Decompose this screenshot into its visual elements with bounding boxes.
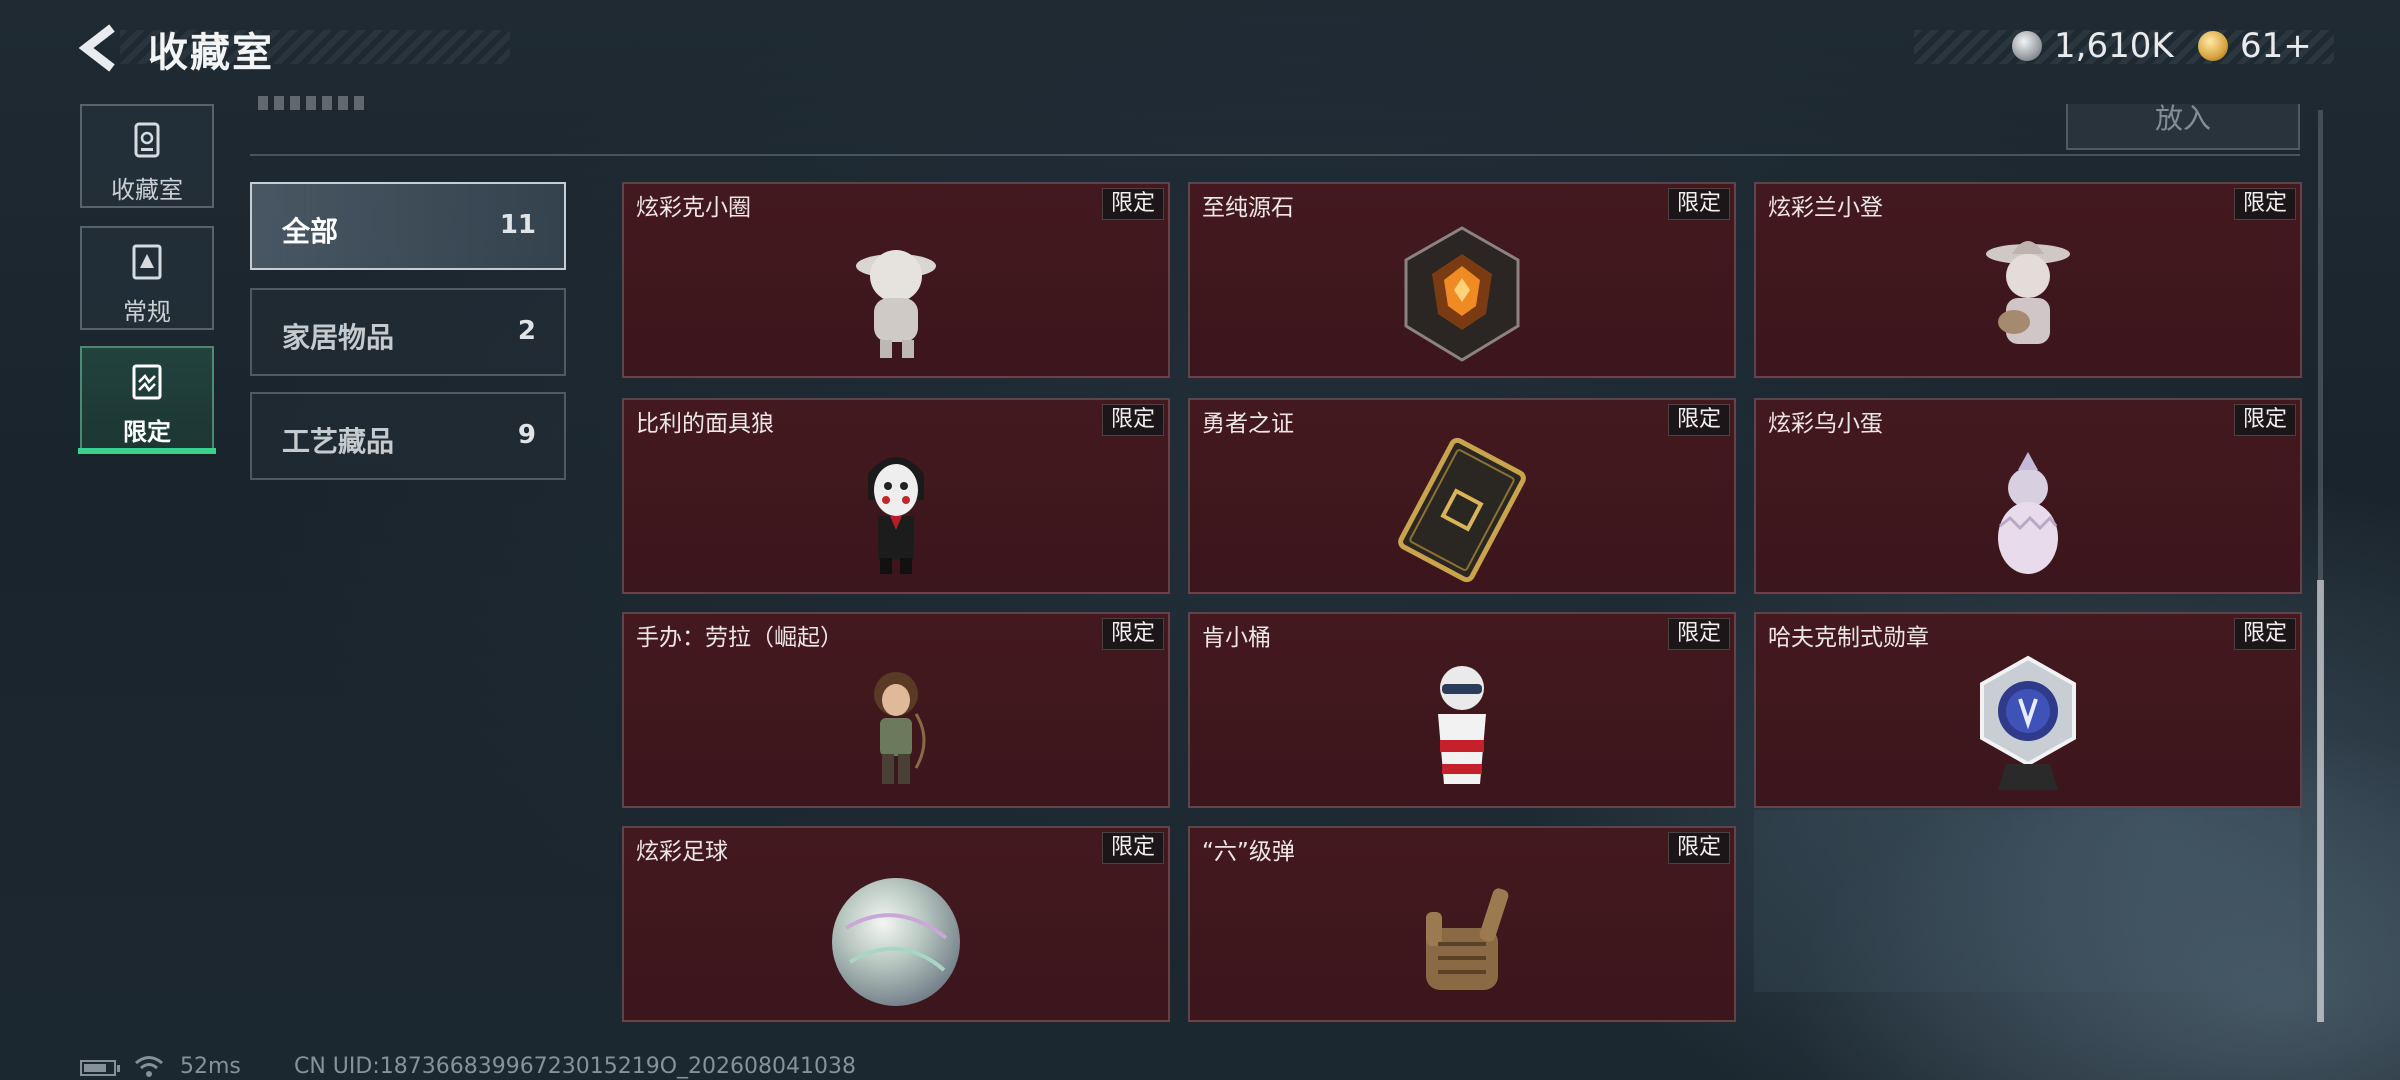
category-furniture[interactable]: 家居物品 2 xyxy=(250,288,566,376)
nav-label: 限定 xyxy=(123,418,171,446)
category-label: 全部 xyxy=(282,215,339,248)
limited-badge: 限定 xyxy=(1101,832,1164,864)
iridescent-ball-icon xyxy=(832,878,960,1006)
battery-icon xyxy=(80,1060,120,1076)
empty-slot xyxy=(1754,810,2300,992)
limited-card-icon xyxy=(132,364,162,400)
limited-badge: 限定 xyxy=(2233,404,2296,436)
wifi-icon xyxy=(135,1056,163,1077)
limited-badge: 限定 xyxy=(1667,832,1730,864)
category-label: 工艺藏品 xyxy=(282,425,395,458)
silver-coin-icon xyxy=(2012,31,2042,61)
item-card[interactable]: 肯小桶 限定 xyxy=(1188,612,1736,808)
put-in-button[interactable]: 放入 xyxy=(2066,104,2300,150)
uid-text: CN UID:18736683996723015219O_20260804103… xyxy=(294,1054,856,1079)
item-card[interactable]: 至纯源石 限定 xyxy=(1188,182,1736,378)
item-card[interactable]: 比利的面具狼 限定 xyxy=(622,398,1170,594)
item-card[interactable]: 炫彩足球 限定 xyxy=(622,826,1170,1022)
item-name: “六”级弹 xyxy=(1202,839,1295,865)
limited-badge: 限定 xyxy=(1667,188,1730,220)
category-crafts[interactable]: 工艺藏品 9 xyxy=(250,392,566,480)
item-name: 炫彩足球 xyxy=(636,839,728,865)
item-card[interactable]: 勇者之证 限定 xyxy=(1188,398,1736,594)
bucket-figure-icon xyxy=(1438,666,1486,784)
item-name: 比利的面具狼 xyxy=(636,411,774,437)
item-name: 手办：劳拉（崛起） xyxy=(636,625,843,651)
masked-puppet-icon xyxy=(868,457,924,574)
item-card[interactable]: “六”级弹 限定 xyxy=(1188,826,1736,1022)
lara-figure-icon xyxy=(874,672,926,784)
scrollbar-thumb[interactable] xyxy=(2317,580,2324,1022)
nav-item-regular[interactable]: 常规 xyxy=(80,226,214,330)
limited-badge: 限定 xyxy=(1101,404,1164,436)
category-all[interactable]: 全部 11 xyxy=(250,182,566,270)
category-count: 2 xyxy=(517,316,536,346)
currency-silver-value: 1,610K xyxy=(2054,26,2174,66)
limited-badge: 限定 xyxy=(1667,404,1730,436)
currency-gold: 61+ xyxy=(2198,26,2312,66)
page-title: 收藏室 xyxy=(148,30,274,76)
nav-item-limited[interactable]: 限定 xyxy=(80,346,214,450)
item-name: 炫彩乌小蛋 xyxy=(1768,411,1883,437)
item-name: 至纯源石 xyxy=(1202,195,1294,221)
gold-coin-icon xyxy=(2198,31,2228,61)
ore-crystal-icon xyxy=(1404,226,1520,362)
item-name: 哈夫克制式勋章 xyxy=(1768,625,1929,651)
item-name: 肯小桶 xyxy=(1202,625,1271,651)
item-card[interactable]: 炫彩兰小登 限定 xyxy=(1754,182,2302,378)
category-label: 家居物品 xyxy=(282,321,395,354)
item-name: 勇者之证 xyxy=(1202,411,1294,437)
regular-card-icon xyxy=(132,244,162,280)
egg-figurine-icon xyxy=(1998,452,2058,574)
item-card[interactable]: 手办：劳拉（崛起） 限定 xyxy=(622,612,1170,808)
limited-badge: 限定 xyxy=(1667,618,1730,650)
item-card[interactable]: 哈夫克制式勋章 限定 xyxy=(1754,612,2302,808)
cropped-text-fragment xyxy=(258,96,368,110)
back-button[interactable] xyxy=(76,22,126,74)
category-count: 9 xyxy=(517,420,536,450)
item-name: 炫彩兰小登 xyxy=(1768,195,1883,221)
sombrero-figurine-icon xyxy=(1986,241,2070,344)
currency-gold-value: 61+ xyxy=(2240,26,2312,66)
limited-badge: 限定 xyxy=(2233,188,2296,220)
item-card[interactable]: 炫彩乌小蛋 限定 xyxy=(1754,398,2302,594)
limited-badge: 限定 xyxy=(1101,618,1164,650)
ping-text: 52ms xyxy=(180,1054,241,1079)
limited-badge: 限定 xyxy=(1101,188,1164,220)
nav-label: 收藏室 xyxy=(111,176,183,204)
item-card[interactable]: 炫彩克小圈 限定 xyxy=(622,182,1170,378)
divider xyxy=(250,154,2300,156)
category-count: 11 xyxy=(499,210,536,240)
gold-card-icon xyxy=(1398,437,1526,583)
back-arrow-icon xyxy=(78,24,115,72)
nav-item-collection-room[interactable]: 收藏室 xyxy=(80,104,214,208)
item-name: 炫彩克小圈 xyxy=(636,195,751,221)
nav-label: 常规 xyxy=(123,298,171,326)
medal-icon xyxy=(1980,655,2076,790)
currency-silver: 1,610K xyxy=(2012,26,2174,66)
collection-room-icon xyxy=(134,122,160,158)
nav-active-indicator xyxy=(78,448,216,454)
hand-sign-icon xyxy=(1426,888,1509,990)
limited-badge: 限定 xyxy=(2233,618,2296,650)
figurine-icon xyxy=(856,250,936,358)
